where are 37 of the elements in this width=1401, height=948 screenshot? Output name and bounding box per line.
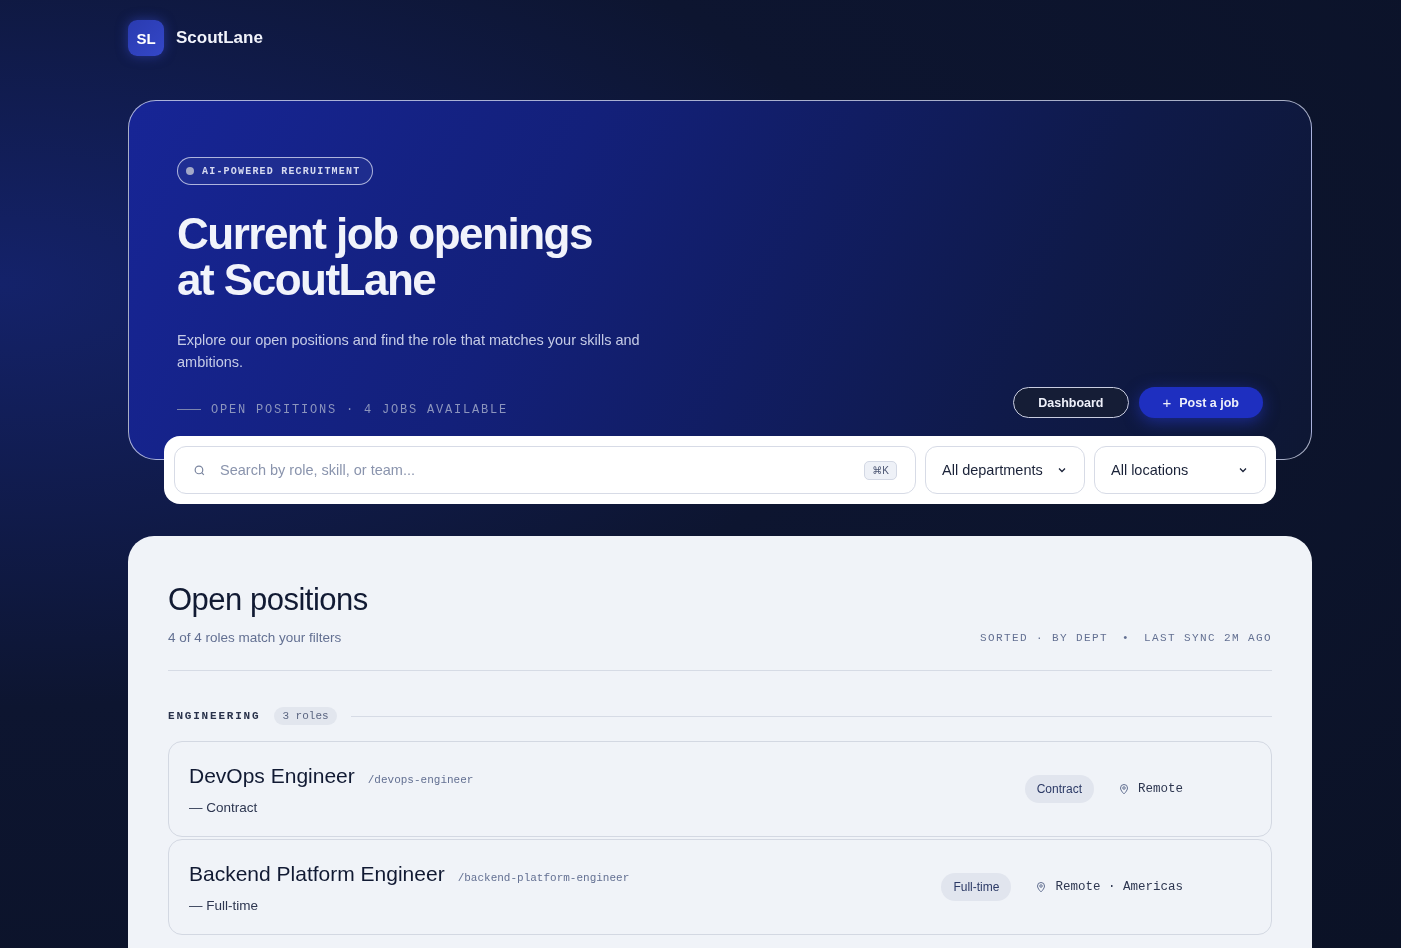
shortcut-key: ⌘K xyxy=(864,460,897,480)
sort-meta: • xyxy=(1121,631,1130,644)
results-summary: 4 of 4 roles match your filters xyxy=(168,630,342,645)
brand-name: ScoutLane xyxy=(176,28,263,48)
role-count: 3 roles xyxy=(274,707,337,725)
dashboard-button[interactable]: Dashboard xyxy=(1013,387,1129,418)
job-location: Remote · Americas xyxy=(1055,880,1183,894)
job-location: Remote xyxy=(1138,782,1183,796)
employment-tag: Contract xyxy=(1024,775,1094,803)
job-slug: /devops-engineer xyxy=(367,773,474,786)
job-card[interactable]: DevOps Engineer /devops-engineer — Contract Contract Remote xyxy=(168,741,1272,837)
job-card[interactable]: Backend Platform Engineer /backend-platform-engineer — Full-time Full-time Remote · Americas xyxy=(168,839,1272,935)
search-input[interactable]: Search by role, skill, or team... xyxy=(218,461,853,479)
job-type: — Full-time xyxy=(189,897,259,913)
job-type: — Contract xyxy=(189,799,259,815)
job-slug: /backend-platform-engineer xyxy=(457,871,630,884)
post-job-button[interactable]: + Post a job xyxy=(1138,387,1263,418)
search-icon xyxy=(193,463,206,477)
section-title: Open positions xyxy=(168,582,369,618)
job-title: DevOps Engineer xyxy=(189,763,355,788)
badge: AI-POWERED RECRUITMENT xyxy=(177,157,374,185)
hero-title: Current job openings at ScoutLane xyxy=(177,211,593,303)
job-title: Backend Platform Engineer xyxy=(189,861,445,886)
logo[interactable]: SL xyxy=(128,20,164,56)
group-name: ENGINEERING xyxy=(168,710,261,722)
dot-icon xyxy=(186,167,194,175)
sort-meta: LAST SYNC 2M AGO xyxy=(1143,631,1272,644)
department-select[interactable]: All departments xyxy=(925,446,1085,494)
employment-tag: Full-time xyxy=(941,873,1012,901)
location-select[interactable]: All locations xyxy=(1094,446,1266,494)
hero-subtitle: Explore our open positions and find the role that matches your skills and ambitions. xyxy=(177,331,641,372)
location-pin-icon xyxy=(1035,881,1048,893)
location-pin-icon xyxy=(1118,783,1130,795)
sort-meta: SORTED · BY DEPT xyxy=(979,631,1108,644)
plus-icon: + xyxy=(1162,394,1172,411)
hero-meta: OPEN POSITIONS · 4 JOBS AVAILABLE xyxy=(211,402,509,417)
search-field[interactable]: Search by role, skill, or team... ⌘K xyxy=(174,446,916,494)
